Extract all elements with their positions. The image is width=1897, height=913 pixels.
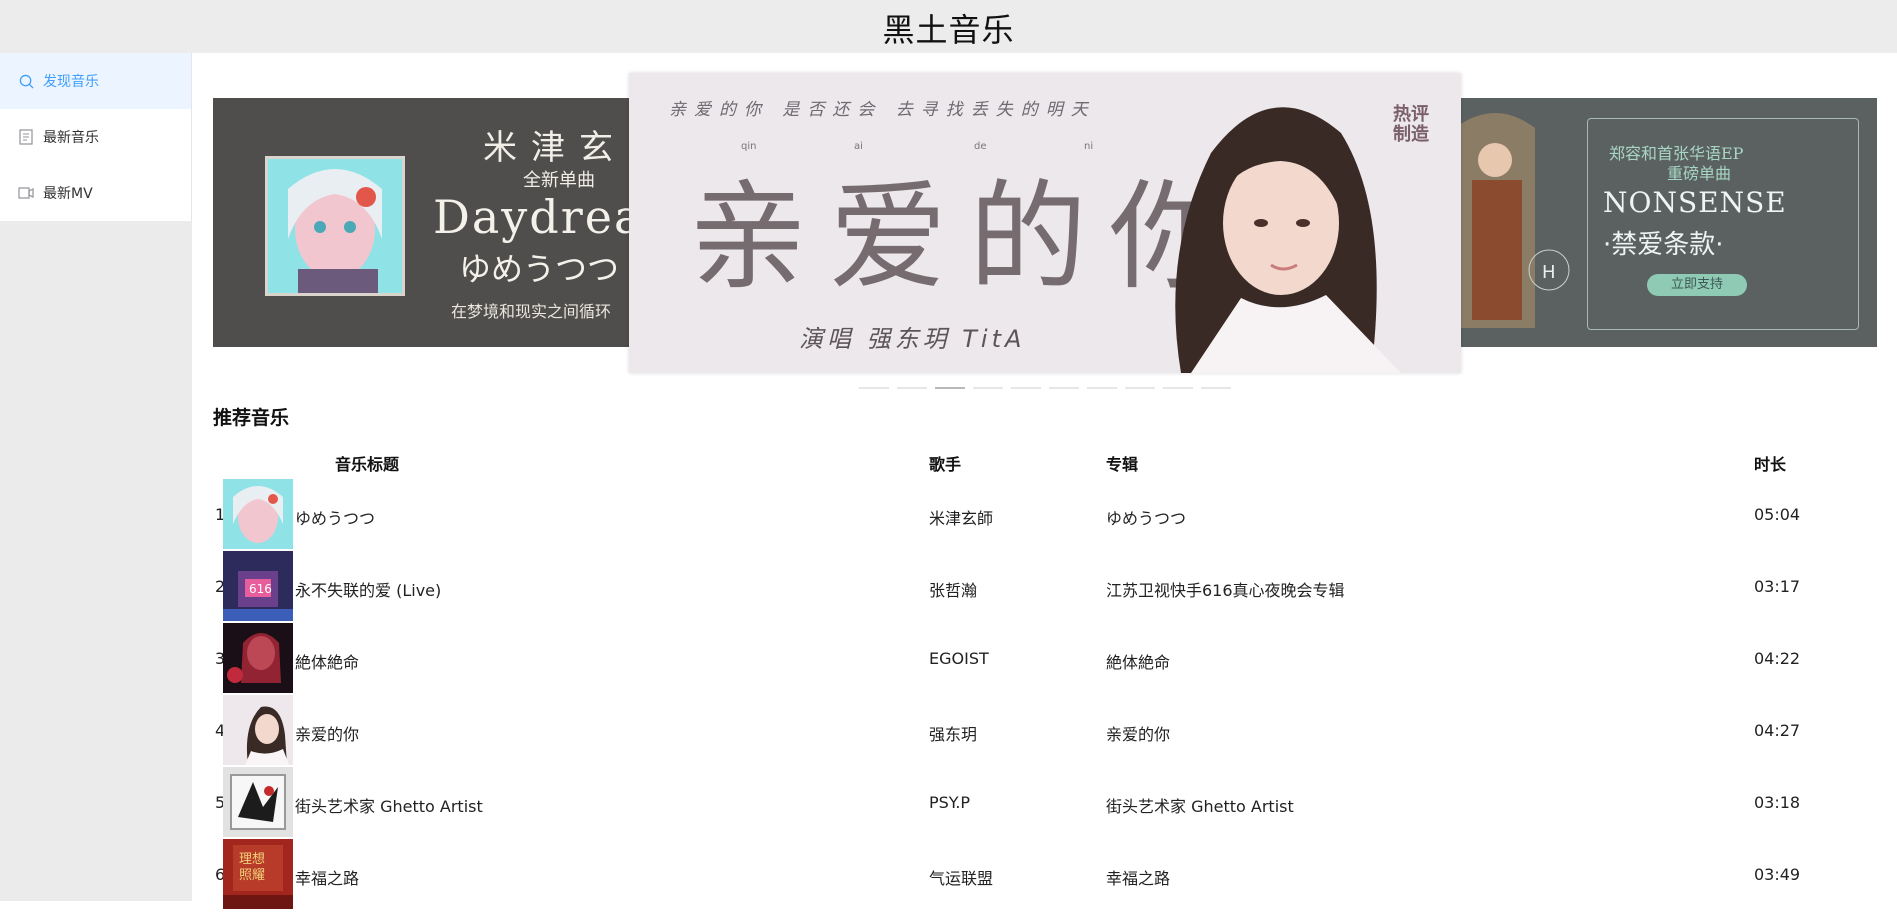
main-content: 米津玄师 全新单曲 Daydrea ゆめうつつ 在梦境和现实之间循环 H 郑容和… [193,53,1897,909]
song-album[interactable]: 亲爱的你 [1106,721,1170,745]
svg-text:照耀: 照耀 [239,868,265,883]
table-row[interactable]: 1 ゆめうつつ 米津玄師 ゆめうつつ 05:04 [213,479,1877,551]
sidebar-item-discover-music[interactable]: 发现音乐 [0,53,191,109]
svg-text:理想: 理想 [239,851,265,867]
song-artist[interactable]: 张哲瀚 [929,577,977,601]
song-artist[interactable]: 米津玄師 [929,505,993,529]
song-album[interactable]: 街头艺术家 Ghetto Artist [1106,793,1294,817]
banner-singer-photo [1121,73,1421,373]
support-button[interactable]: 立即支持 [1647,274,1747,296]
search-icon [18,73,34,89]
song-duration: 04:22 [1754,649,1801,668]
song-title[interactable]: 絶体絶命 [295,649,359,673]
sidebar-item-label: 发现音乐 [43,74,99,90]
song-duration: 04:27 [1754,721,1801,740]
banner-right-title: NONSENSE [1603,186,1787,219]
song-album[interactable]: 絶体絶命 [1106,649,1170,673]
table-row[interactable]: 2 616 永不失联的爱 (Live) 张哲瀚 江苏卫视快手616真心夜晚会专辑… [213,551,1877,623]
sidebar-item-label: 最新音乐 [43,130,99,146]
album-cover [223,623,293,693]
song-duration: 03:49 [1754,865,1801,884]
carousel-indicator[interactable] [1163,387,1193,389]
banner-slide-center[interactable]: 亲爱的你 是否还会 去寻找丢失的明天 qin ai de ni 亲爱的你 演唱 … [629,73,1461,373]
song-album[interactable]: 幸福之路 [1106,865,1170,889]
sidebar-item-latest-mv[interactable]: 最新MV [0,165,191,221]
album-cover [223,479,293,549]
banner-left-tagline: 在梦境和现实之间循环 [451,302,612,321]
svg-text:616: 616 [249,582,272,596]
song-artist[interactable]: 强东玥 [929,721,977,745]
carousel-indicator[interactable] [897,387,927,389]
banner-album-cover [265,156,405,296]
carousel-indicator[interactable] [1125,387,1155,389]
column-header-album: 专辑 [1106,455,1139,474]
sidebar-item-label: 最新MV [43,186,93,202]
song-duration: 03:17 [1754,577,1801,596]
album-cover [223,767,293,837]
banner-right-subtitle: ·禁爱条款· [1603,230,1724,260]
song-artist[interactable]: EGOIST [929,649,989,668]
banner-center-lyric: 亲爱的你 是否还会 去寻找丢失的明天 [669,100,1096,120]
album-cover [223,695,293,765]
song-artist[interactable]: PSY.P [929,793,970,812]
sidebar-menu: 发现音乐 最新音乐 最新MV [0,53,192,221]
banner-hot-tag: 热评 制造 [1393,104,1429,145]
album-cover: 理想 照耀 [223,839,293,909]
album-cover: 616 [223,551,293,621]
banner-center-singer: 演唱 强东玥 TitA [799,325,1026,353]
banner-left-title-jp: ゆめうつつ [459,250,620,288]
music-table: 音乐标题 歌手 专辑 时长 1 ゆめうつつ 米津玄師 ゆめうつつ 05:04 2… [213,443,1877,911]
song-album[interactable]: ゆめうつつ [1106,505,1186,529]
column-header-artist: 歌手 [929,455,962,474]
table-row[interactable]: 5 街头艺术家 Ghetto Artist PSY.P 街头艺术家 Ghetto… [213,767,1877,839]
banner-left-subtitle: 全新单曲 [523,170,595,191]
app-header: 黑土音乐 [0,0,1897,53]
section-title: 推荐音乐 [213,407,290,429]
song-title[interactable]: 街头艺术家 Ghetto Artist [295,793,483,817]
carousel-indicator[interactable] [1011,387,1041,389]
column-header-duration: 时长 [1754,455,1787,474]
table-row[interactable]: 4 亲爱的你 强东玥 亲爱的你 04:27 [213,695,1877,767]
carousel-indicator-active[interactable] [935,387,965,389]
sidebar-item-latest-music[interactable]: 最新音乐 [0,109,191,165]
svg-text:H: H [1542,262,1556,283]
banner-carousel[interactable]: 米津玄师 全新单曲 Daydrea ゆめうつつ 在梦境和现实之间循环 H 郑容和… [213,73,1877,403]
document-icon [18,129,34,145]
song-title[interactable]: ゆめうつつ [295,505,375,529]
song-artist[interactable]: 气运联盟 [929,865,993,889]
song-title[interactable]: 亲爱的你 [295,721,359,745]
table-header: 音乐标题 歌手 专辑 时长 [213,443,1877,479]
carousel-indicator[interactable] [1087,387,1117,389]
song-title[interactable]: 幸福之路 [295,865,359,889]
video-icon [18,185,34,201]
app-title: 黑土音乐 [882,11,1015,49]
carousel-indicator[interactable] [1201,387,1231,389]
song-duration: 03:18 [1754,793,1801,812]
carousel-indicator[interactable] [1049,387,1079,389]
sidebar: 发现音乐 最新音乐 最新MV [0,53,192,901]
song-title[interactable]: 永不失联的爱 (Live) [295,577,441,601]
song-duration: 05:04 [1754,505,1801,524]
banner-right-line2: 重磅单曲 [1667,164,1732,183]
carousel-indicators [213,387,1877,389]
carousel-indicator[interactable] [973,387,1003,389]
table-row[interactable]: 6 理想 照耀 幸福之路 气运联盟 幸福之路 03:49 [213,839,1877,911]
song-album[interactable]: 江苏卫视快手616真心夜晚会专辑 [1106,577,1345,601]
table-row[interactable]: 3 絶体絶命 EGOIST 絶体絶命 04:22 [213,623,1877,695]
carousel-indicator[interactable] [859,387,889,389]
banner-left-title: Daydrea [433,190,644,244]
column-header-title: 音乐标题 [335,455,400,474]
